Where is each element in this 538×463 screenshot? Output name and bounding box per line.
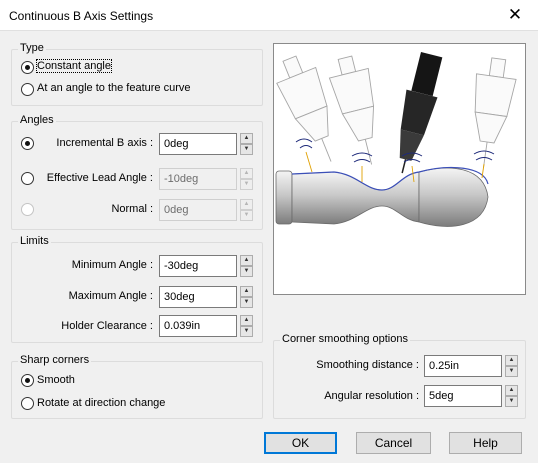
angle-to-feature-curve-radio[interactable] [21, 83, 34, 96]
incremental-b-axis-spinner[interactable]: ▲ ▼ [240, 133, 253, 155]
rotate-at-direction-change-radio[interactable] [21, 397, 34, 410]
tool-outline-icon [276, 55, 332, 162]
maximum-angle-input[interactable]: 30deg [159, 286, 237, 308]
minimum-angle-label: Minimum Angle : [71, 259, 153, 271]
spin-up-icon[interactable]: ▲ [240, 199, 253, 210]
spin-down-icon[interactable]: ▼ [505, 366, 518, 377]
active-tool-icon [399, 51, 443, 174]
title-bar: Continuous B Axis Settings ✕ [0, 0, 538, 31]
b-axis-illustration [275, 51, 517, 227]
smooth-label[interactable]: Smooth [37, 374, 75, 386]
spin-down-icon[interactable]: ▼ [505, 396, 518, 407]
normal-radio[interactable] [21, 203, 34, 216]
maximum-angle-label: Maximum Angle : [68, 290, 153, 302]
help-button[interactable]: Help [449, 432, 522, 454]
smoothing-distance-input[interactable]: 0.25in [424, 355, 502, 377]
effective-lead-angle-spinner[interactable]: ▲ ▼ [240, 168, 253, 190]
corner-smoothing-group-label: Corner smoothing options [280, 333, 410, 345]
incremental-b-axis-radio[interactable] [21, 137, 34, 150]
minimum-angle-input[interactable]: -30deg [159, 255, 237, 277]
constant-angle-radio[interactable] [21, 61, 34, 74]
spin-down-icon[interactable]: ▼ [240, 297, 253, 308]
workpiece-icon [275, 166, 489, 227]
close-icon[interactable]: ✕ [500, 4, 530, 26]
angular-resolution-input[interactable]: 5deg [424, 385, 502, 407]
sharp-corners-group: Sharp corners [11, 354, 263, 419]
tool-outline-icon [328, 55, 375, 165]
type-group: Type [11, 42, 263, 106]
spin-down-icon[interactable]: ▼ [240, 179, 253, 190]
smoothing-distance-label: Smoothing distance : [316, 359, 419, 371]
rotate-at-direction-change-label[interactable]: Rotate at direction change [37, 397, 165, 409]
tool-outline-icon [474, 57, 517, 168]
spin-up-icon[interactable]: ▲ [240, 286, 253, 297]
tool-orientation-preview [273, 43, 526, 295]
minimum-angle-spinner[interactable]: ▲ ▼ [240, 255, 253, 277]
spin-down-icon[interactable]: ▼ [240, 266, 253, 277]
spin-down-icon[interactable]: ▼ [240, 210, 253, 221]
type-group-label: Type [18, 42, 46, 54]
normal-input[interactable]: 0deg [159, 199, 237, 221]
angles-group-label: Angles [18, 114, 56, 126]
smooth-radio[interactable] [21, 374, 34, 387]
maximum-angle-spinner[interactable]: ▲ ▼ [240, 286, 253, 308]
incremental-b-axis-label: Incremental B axis : [56, 137, 153, 149]
spin-down-icon[interactable]: ▼ [240, 326, 253, 337]
spin-up-icon[interactable]: ▲ [240, 315, 253, 326]
spin-up-icon[interactable]: ▲ [240, 133, 253, 144]
effective-lead-angle-input[interactable]: -10deg [159, 168, 237, 190]
angular-resolution-spinner[interactable]: ▲ ▼ [505, 385, 518, 407]
holder-clearance-spinner[interactable]: ▲ ▼ [240, 315, 253, 337]
angle-to-feature-curve-label[interactable]: At an angle to the feature curve [37, 82, 191, 94]
holder-clearance-label: Holder Clearance : [61, 320, 153, 332]
corner-smoothing-group: Corner smoothing options [273, 333, 526, 419]
angular-resolution-label: Angular resolution : [324, 390, 419, 402]
spin-up-icon[interactable]: ▲ [240, 255, 253, 266]
smoothing-distance-spinner[interactable]: ▲ ▼ [505, 355, 518, 377]
limits-group-label: Limits [18, 235, 51, 247]
window-title: Continuous B Axis Settings [9, 9, 154, 23]
effective-lead-angle-label: Effective Lead Angle : [46, 172, 153, 184]
incremental-b-axis-input[interactable]: 0deg [159, 133, 237, 155]
holder-clearance-input[interactable]: 0.039in [159, 315, 237, 337]
motion-arrow-icon [295, 138, 495, 163]
ok-button[interactable]: OK [264, 432, 337, 454]
cancel-button[interactable]: Cancel [356, 432, 431, 454]
effective-lead-angle-radio[interactable] [21, 172, 34, 185]
sharp-corners-group-label: Sharp corners [18, 354, 92, 366]
spin-up-icon[interactable]: ▲ [505, 385, 518, 396]
normal-spinner[interactable]: ▲ ▼ [240, 199, 253, 221]
spin-up-icon[interactable]: ▲ [240, 168, 253, 179]
spin-up-icon[interactable]: ▲ [505, 355, 518, 366]
constant-angle-label[interactable]: Constant angle [36, 59, 112, 73]
normal-label: Normal : [111, 203, 153, 215]
spin-down-icon[interactable]: ▼ [240, 144, 253, 155]
